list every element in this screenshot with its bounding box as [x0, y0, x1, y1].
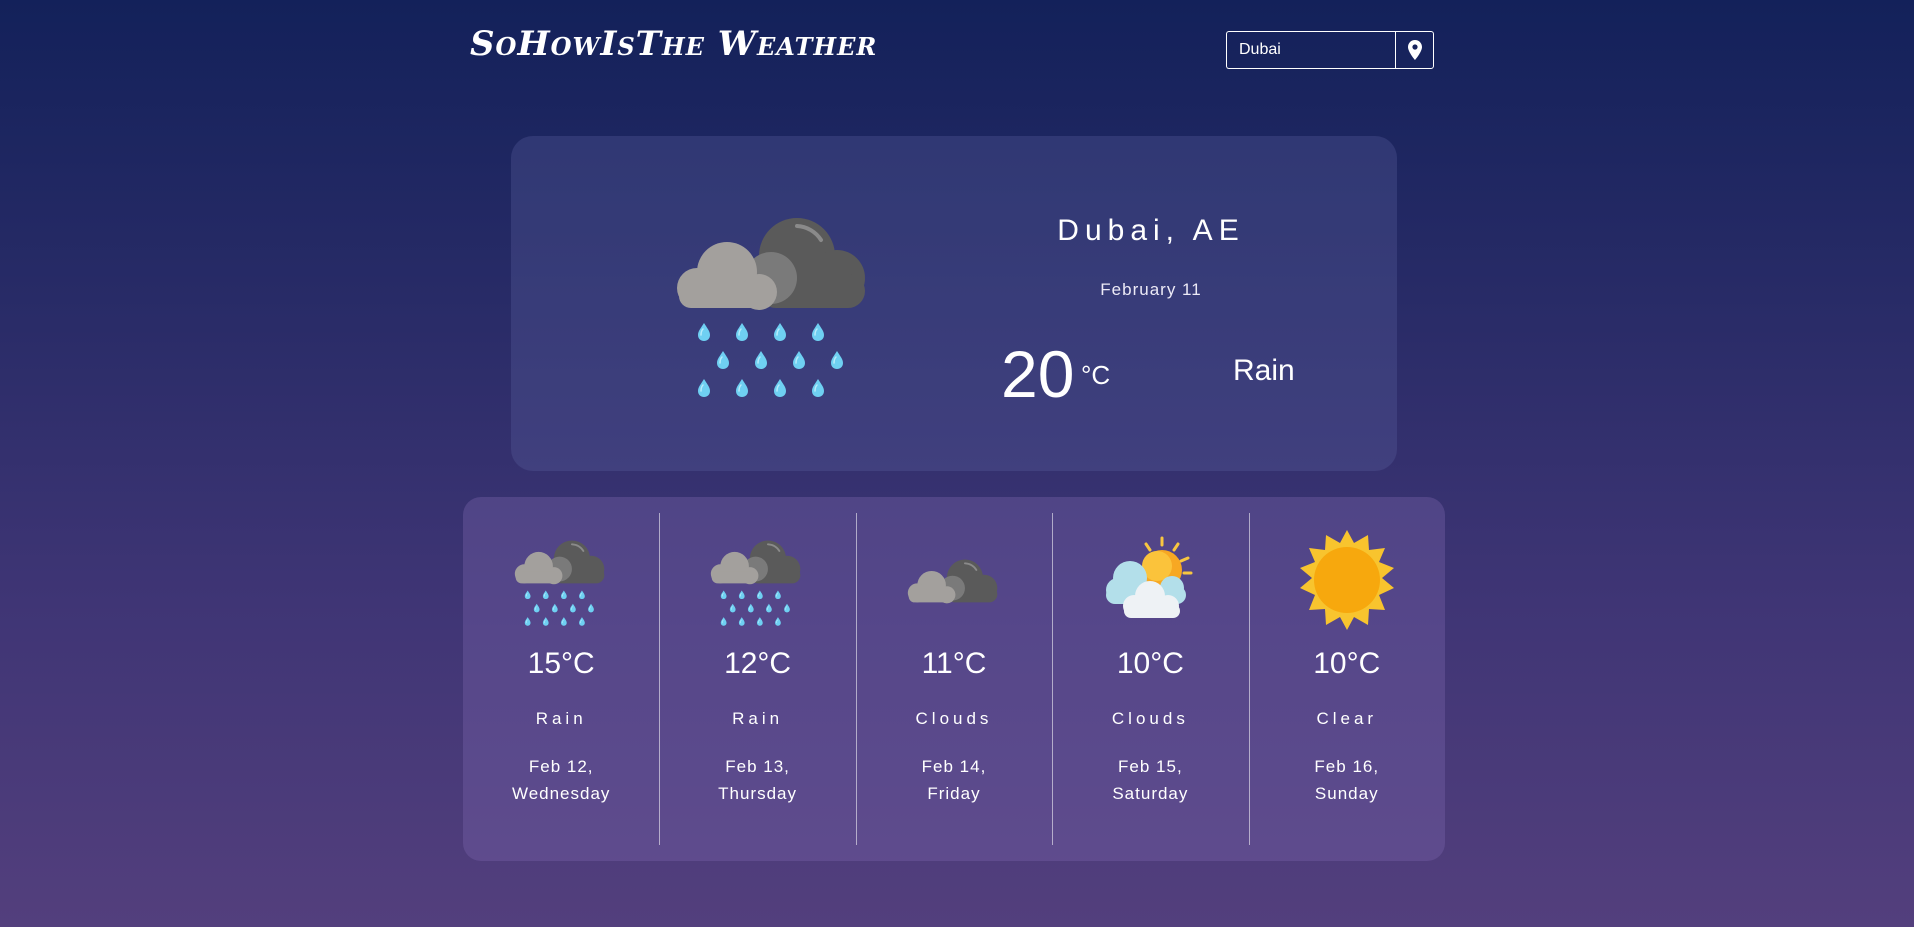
forecast-day: 15°C Rain Feb 12, Wednesday: [463, 497, 659, 861]
forecast-temperature: 15°C: [527, 647, 595, 680]
city-name: Dubai, AE: [1057, 214, 1245, 247]
city-search-input[interactable]: [1226, 31, 1395, 69]
current-condition: Rain: [1233, 354, 1295, 387]
forecast-condition: Rain: [535, 709, 587, 728]
forecast-condition: Clouds: [1111, 709, 1189, 728]
forecast-date-weekday: Saturday: [1112, 784, 1189, 803]
sun-behind-cloud-icon: [1106, 536, 1193, 618]
temperature-unit: °C: [1081, 360, 1111, 390]
forecast-temperature: 10°C: [1116, 647, 1184, 680]
forecast-date: Feb 12, Wednesday: [463, 753, 659, 807]
forecast-date-weekday: Friday: [927, 784, 981, 803]
forecast-date-day: Feb 12,: [528, 757, 594, 776]
forecast-date-weekday: Sunday: [1314, 784, 1379, 803]
forecast-date-day: Feb 14,: [921, 757, 987, 776]
forecast-condition: Rain: [732, 709, 784, 728]
forecast-date: Feb 16, Sunday: [1249, 753, 1445, 807]
rain-cloud-icon: [669, 196, 879, 406]
forecast-day: 10°C Clear Feb 16, Sunday: [1248, 497, 1445, 861]
forecast-day: 10°C Clouds Feb 15, Saturday: [1052, 497, 1248, 861]
forecast-temperature: 10°C: [1313, 647, 1381, 680]
forecast-condition: Clear: [1316, 709, 1378, 728]
forecast-date-day: Feb 13,: [725, 757, 790, 776]
current-temperature: 20: [1001, 337, 1075, 411]
location-search-button[interactable]: [1395, 31, 1434, 69]
forecast-date-day: Feb 15,: [1118, 757, 1183, 776]
forecast-date-weekday: Thursday: [718, 784, 798, 803]
forecast-date: Feb 15, Saturday: [1052, 753, 1248, 807]
current-date: February 11: [1100, 280, 1202, 299]
forecast-temperature: 11°C: [921, 647, 987, 680]
forecast-date-weekday: Wednesday: [511, 784, 611, 803]
rain-cloud-icon: [707, 530, 807, 630]
map-marker-icon: [1407, 40, 1422, 60]
forecast-date: Feb 14, Friday: [856, 753, 1052, 807]
rain-cloud-icon: [511, 530, 611, 630]
forecast-condition: Clouds: [915, 709, 993, 728]
forecast-panel: 15°C Rain Feb 12, Wednesday 12°C Rain Fe…: [463, 497, 1445, 861]
forecast-day: 12°C Rain Feb 13, Thursday: [659, 497, 855, 861]
forecast-date: Feb 13, Thursday: [659, 753, 855, 807]
forecast-temperature: 12°C: [724, 647, 792, 680]
app-logo: SoHowIsThe Weather: [470, 24, 878, 64]
forecast-date-day: Feb 16,: [1314, 757, 1380, 776]
search-bar: [1226, 31, 1434, 69]
current-weather-card: Dubai, AE February 11 20 °C Rain: [511, 136, 1397, 471]
dark-cloud-icon: [906, 558, 999, 605]
sun-icon: [1299, 530, 1394, 630]
forecast-day: 11°C Clouds Feb 14, Friday: [855, 497, 1052, 861]
